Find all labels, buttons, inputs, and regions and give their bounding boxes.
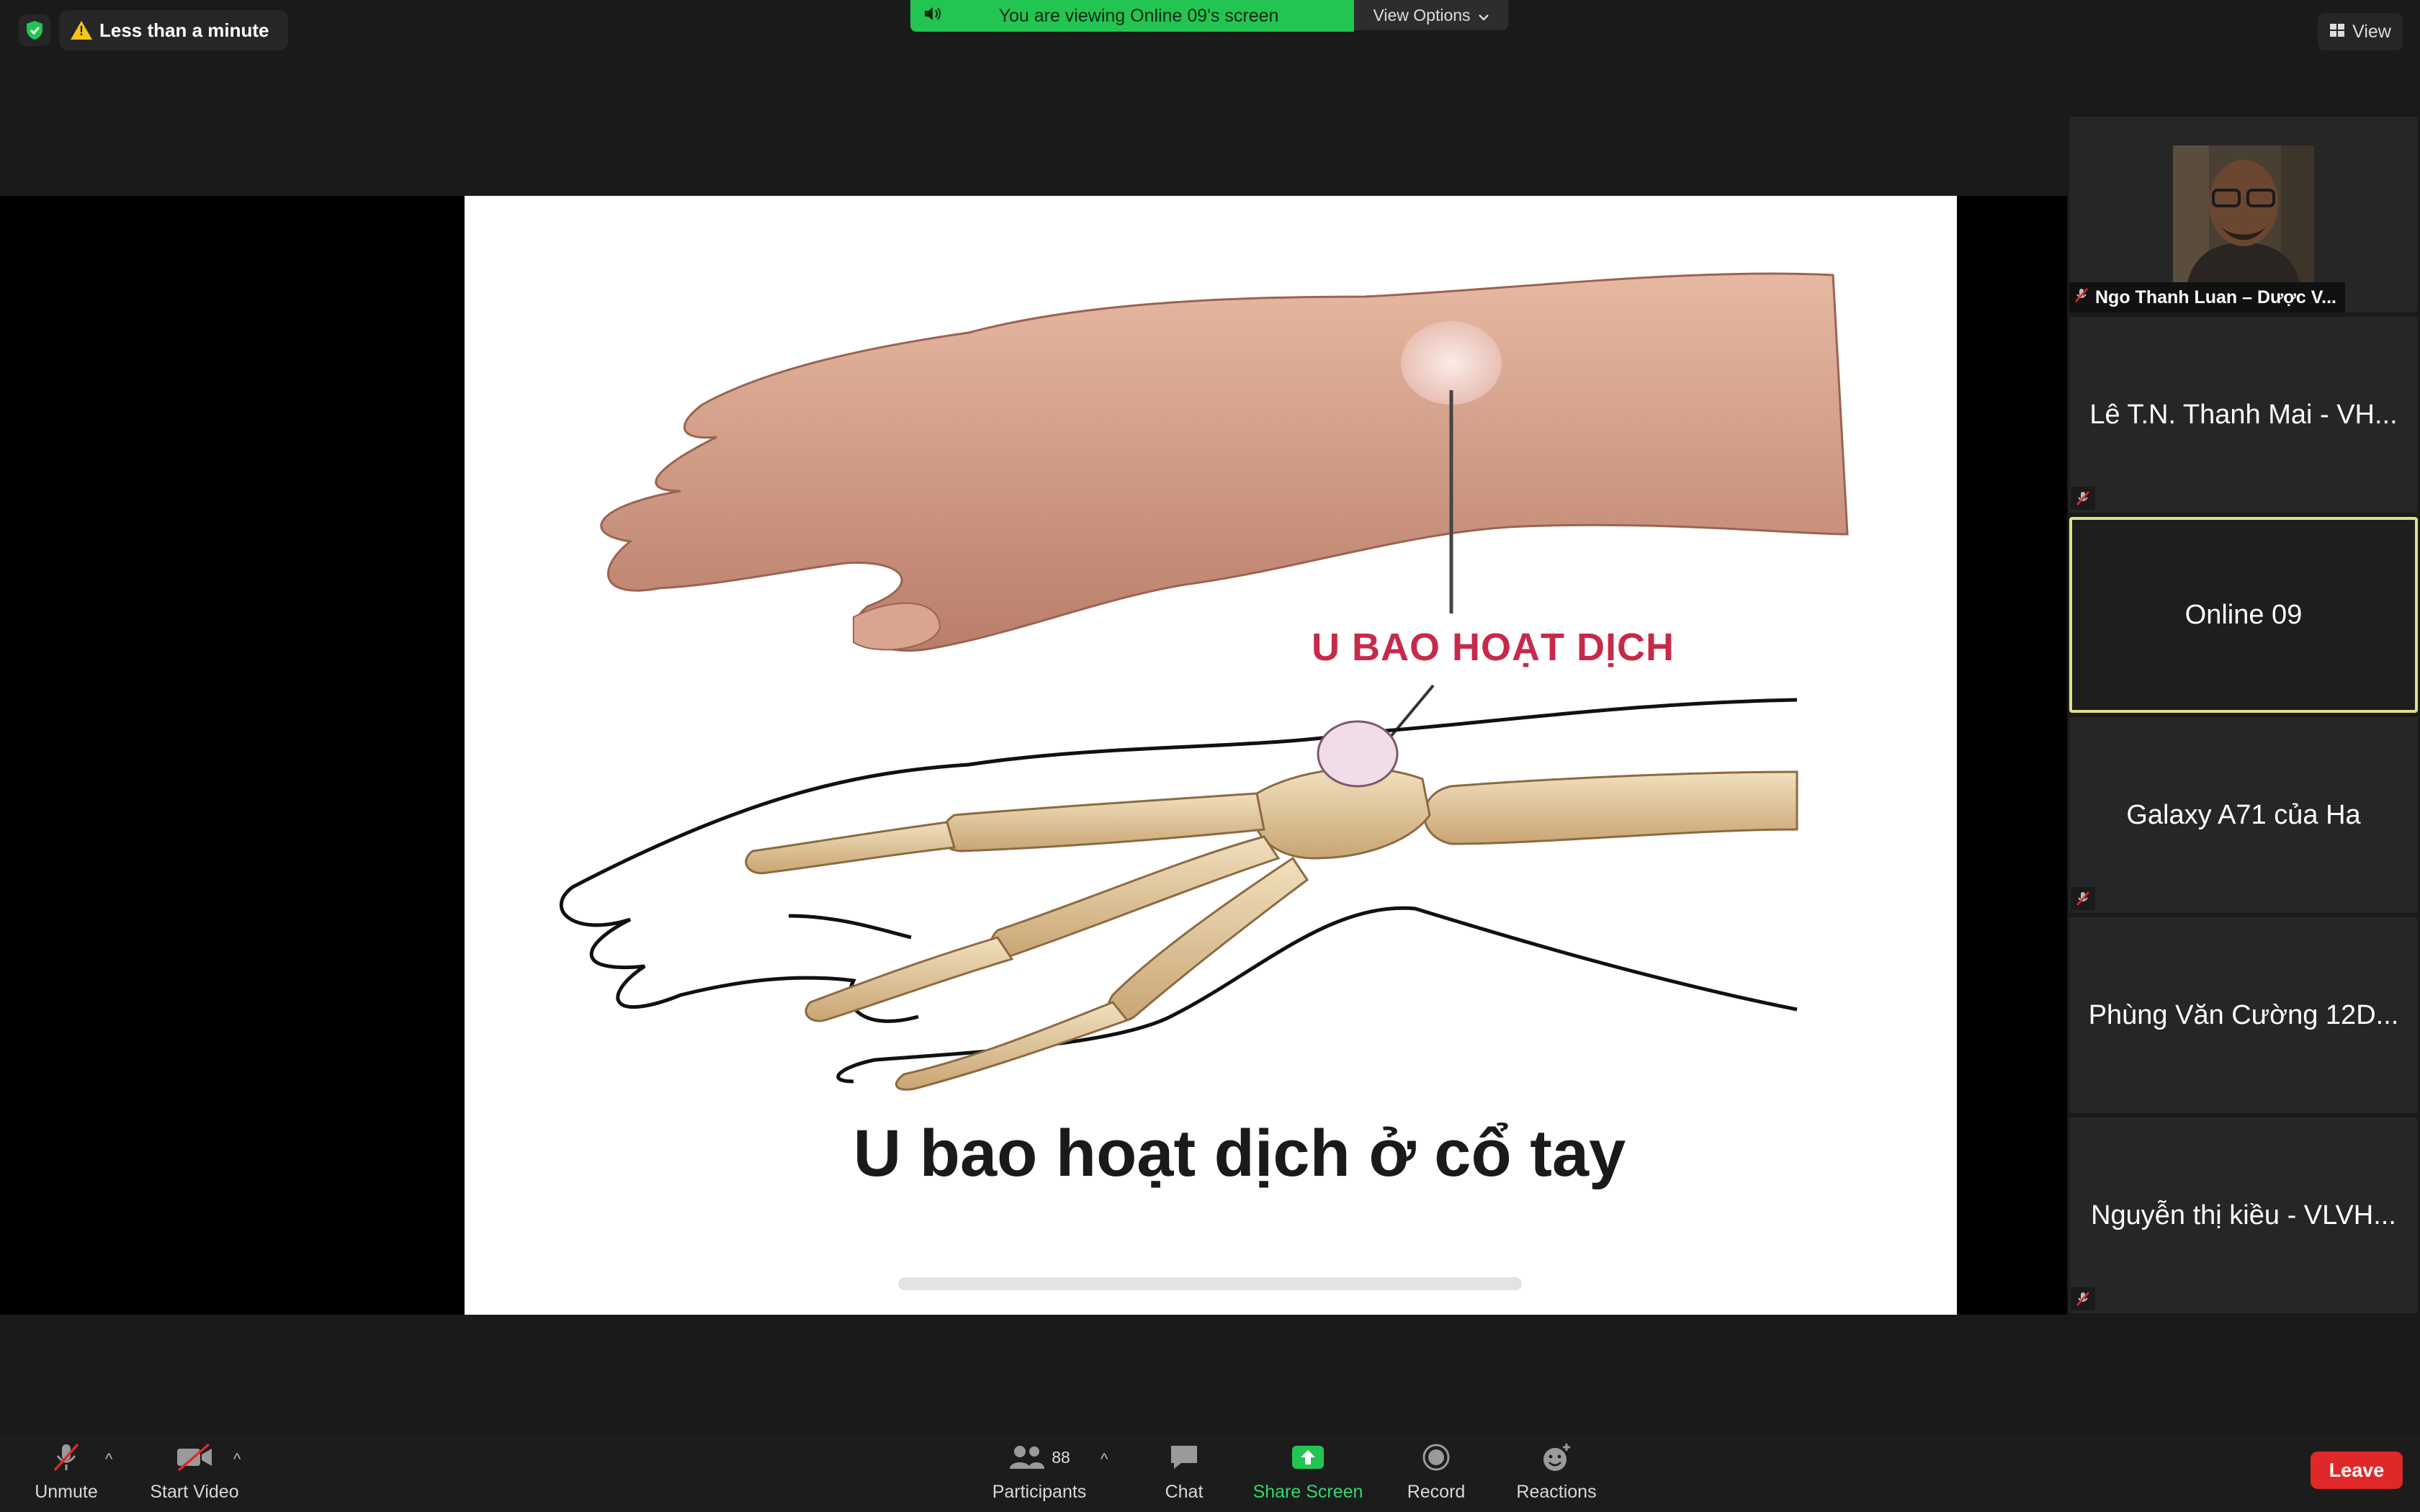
participant-name-bar: Ngo Thanh Luan – Dược V... bbox=[2069, 282, 2345, 312]
view-label: View bbox=[2352, 21, 2391, 42]
chevron-down-icon bbox=[1478, 6, 1489, 25]
participant-tile[interactable]: Lê T.N. Thanh Mai - VH... bbox=[2069, 317, 2418, 513]
participant-tile[interactable]: Ngo Thanh Luan – Dược V... bbox=[2069, 117, 2418, 312]
chat-button[interactable]: Chat bbox=[1152, 1436, 1216, 1512]
record-icon bbox=[1422, 1436, 1451, 1479]
shared-slide: U BAO HOẠT DỊCH U bao hoạt dịch ở cổ tay bbox=[465, 196, 1957, 1315]
participants-options-caret[interactable]: ^ bbox=[1101, 1450, 1108, 1469]
share-screen-icon bbox=[1291, 1436, 1325, 1479]
slide-title: U bao hoạt dịch ở cổ tay bbox=[853, 1117, 1626, 1190]
participant-tile[interactable]: Galaxy A71 của Ha bbox=[2069, 717, 2418, 913]
participant-tile[interactable]: Phùng Văn Cường 12D... bbox=[2069, 917, 2418, 1113]
share-screen-label: Share Screen bbox=[1252, 1482, 1363, 1502]
shared-screen-area: U BAO HOẠT DỊCH U bao hoạt dịch ở cổ tay bbox=[0, 196, 2067, 1315]
reactions-icon bbox=[1541, 1436, 1572, 1479]
chat-label: Chat bbox=[1165, 1482, 1204, 1502]
record-label: Record bbox=[1407, 1482, 1466, 1502]
participants-label: Participants bbox=[992, 1482, 1087, 1502]
participants-icon: 88 bbox=[1008, 1436, 1070, 1479]
banner-text: You are viewing Online 09's screen bbox=[998, 5, 1279, 26]
grid-icon bbox=[2329, 22, 2345, 42]
participant-name: Phùng Văn Cường 12D... bbox=[2088, 999, 2399, 1030]
audio-options-caret[interactable]: ^ bbox=[105, 1450, 112, 1469]
start-video-label: Start Video bbox=[150, 1482, 239, 1502]
unmute-label: Unmute bbox=[35, 1482, 98, 1502]
participant-tile[interactable]: Nguyễn thị kiều - VLVH... bbox=[2069, 1117, 2418, 1313]
participant-gallery: Ngo Thanh Luan – Dược V... Lê T.N. Thanh… bbox=[2069, 117, 2420, 1315]
muted-mic-icon bbox=[50, 1436, 82, 1479]
meeting-timer[interactable]: Less than a minute bbox=[59, 10, 288, 50]
bottom-gutter bbox=[0, 1315, 2420, 1436]
encryption-shield-icon[interactable] bbox=[19, 14, 50, 46]
record-button[interactable]: Record bbox=[1400, 1436, 1472, 1512]
participants-count: 88 bbox=[1052, 1447, 1070, 1467]
muted-mic-icon bbox=[2074, 287, 2089, 308]
view-options-button[interactable]: View Options bbox=[1354, 0, 1508, 30]
participants-button[interactable]: 88 Participants bbox=[985, 1436, 1093, 1512]
muted-mic-icon bbox=[2071, 487, 2095, 510]
reactions-label: Reactions bbox=[1516, 1482, 1597, 1502]
participant-name: Galaxy A71 của Ha bbox=[2126, 799, 2361, 830]
video-options-caret[interactable]: ^ bbox=[233, 1450, 241, 1469]
timer-text: Less than a minute bbox=[99, 19, 269, 41]
leave-button[interactable]: Leave bbox=[2311, 1452, 2403, 1489]
muted-mic-icon bbox=[2071, 887, 2095, 910]
chat-icon bbox=[1168, 1436, 1200, 1479]
viewing-screen-banner: You are viewing Online 09's screen bbox=[910, 0, 1354, 32]
start-video-button[interactable]: Start Video bbox=[144, 1436, 245, 1512]
video-off-icon bbox=[176, 1436, 213, 1479]
participant-video bbox=[2173, 145, 2314, 282]
reactions-button[interactable]: Reactions bbox=[1512, 1436, 1600, 1512]
meeting-toolbar: Unmute ^ Start Video ^ 88 Participants ^… bbox=[0, 1436, 2420, 1512]
participant-name: Ngo Thanh Luan – Dược V... bbox=[2095, 287, 2336, 307]
warning-icon bbox=[71, 21, 92, 40]
view-layout-button[interactable]: View bbox=[2318, 13, 2403, 50]
participant-tile-active-speaker[interactable]: Online 09 bbox=[2069, 517, 2418, 713]
slide-scrollbar bbox=[898, 1277, 1522, 1290]
muted-mic-icon bbox=[2071, 1287, 2095, 1310]
speaker-icon bbox=[923, 6, 952, 27]
top-bar: Less than a minute You are viewing Onlin… bbox=[0, 0, 2420, 196]
share-screen-button[interactable]: Share Screen bbox=[1250, 1436, 1366, 1512]
view-options-label: View Options bbox=[1373, 5, 1471, 24]
participant-name: Nguyễn thị kiều - VLVH... bbox=[2091, 1200, 2396, 1230]
participant-name: Online 09 bbox=[2184, 599, 2303, 630]
participant-name: Lê T.N. Thanh Mai - VH... bbox=[2089, 399, 2398, 430]
slide-callout-label: U BAO HOẠT DỊCH bbox=[1312, 626, 1675, 669]
unmute-button[interactable]: Unmute bbox=[29, 1436, 104, 1512]
